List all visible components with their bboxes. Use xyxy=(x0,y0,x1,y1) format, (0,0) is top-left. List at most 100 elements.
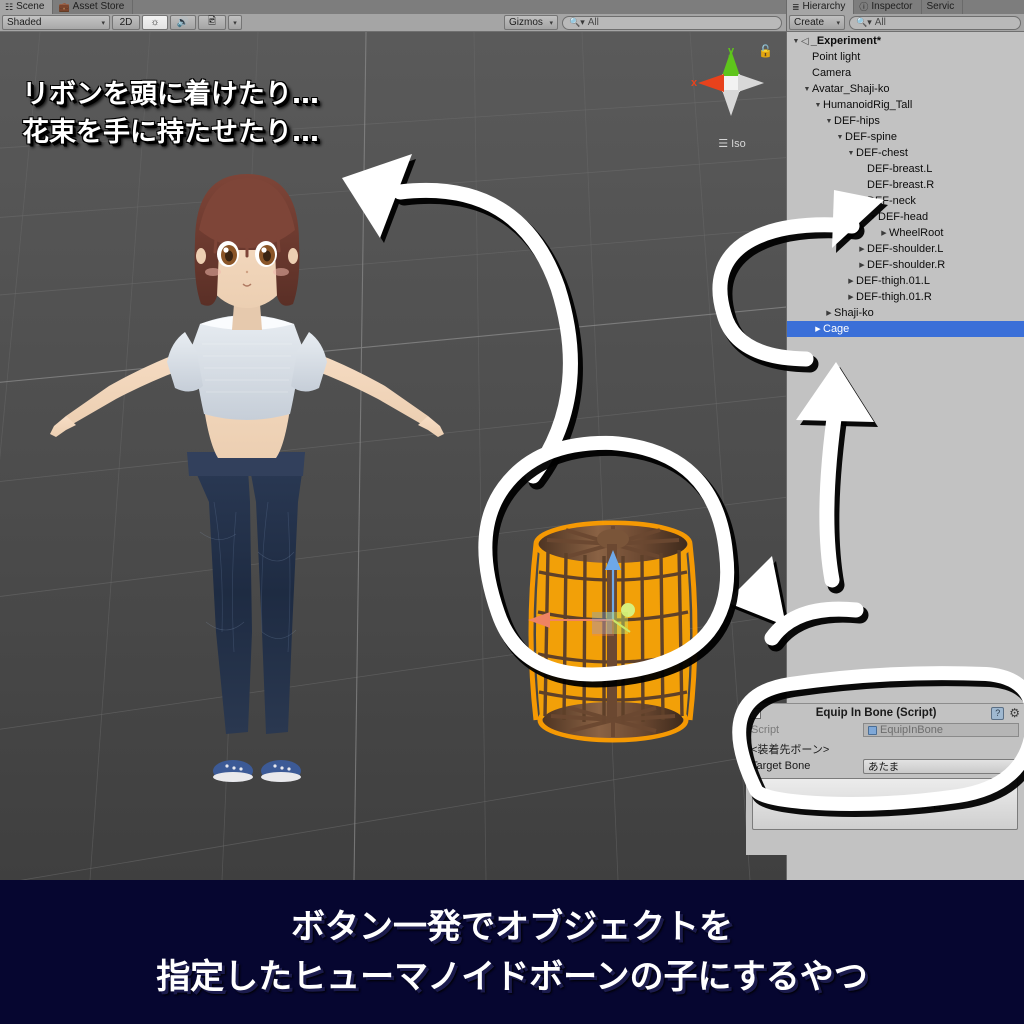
hierarchy-row-humanoidrig-tall[interactable]: ▼ HumanoidRig_Tall xyxy=(787,97,1024,113)
hierarchy-row-def-thigh-01-r[interactable]: ▶ DEF-thigh.01.R xyxy=(787,289,1024,305)
tab-hierarchy[interactable]: ≣ Hierarchy xyxy=(787,0,855,14)
gizmo-x-label: x xyxy=(691,77,698,89)
hierarchy-row-def-hips[interactable]: ▼ DEF-hips xyxy=(787,113,1024,129)
tree-spacer: ▶ xyxy=(857,165,867,173)
hierarchy-row-def-chest[interactable]: ▼ DEF-chest xyxy=(787,145,1024,161)
chevron-right-icon[interactable]: ▶ xyxy=(857,245,867,253)
hierarchy-row-cage[interactable]: ▶ Cage xyxy=(787,321,1024,337)
hierarchy-row-def-spine[interactable]: ▼ DEF-spine xyxy=(787,129,1024,145)
component-enabled-checkbox[interactable] xyxy=(750,707,761,719)
list-icon: ≣ xyxy=(792,2,800,12)
equip-in-bone-inspector[interactable]: Equip In Bone (Script) ? ⚙ Script EquipI… xyxy=(746,703,1024,855)
component-header[interactable]: Equip In Bone (Script) ? ⚙ xyxy=(746,704,1024,722)
chevron-down-icon[interactable]: ▼ xyxy=(802,86,812,93)
chevron-down-icon[interactable]: ▼ xyxy=(868,214,878,221)
hierarchy-row-def-thigh-01-l[interactable]: ▶ DEF-thigh.01.L xyxy=(787,273,1024,289)
lock-icon[interactable]: 🔓 xyxy=(758,44,773,58)
hierarchy-row-label: _Experiment* xyxy=(810,35,882,47)
tab-inspector[interactable]: ⓘ Inspector xyxy=(854,0,922,14)
chevron-down-icon[interactable]: ▼ xyxy=(857,198,867,205)
hierarchy-row-def-head[interactable]: ▼ DEF-head xyxy=(787,209,1024,225)
tree-spacer: ▶ xyxy=(815,326,821,333)
image-icon: 🖻 xyxy=(207,16,217,27)
toggle-audio-button[interactable]: 🔊 xyxy=(170,15,196,30)
create-button[interactable]: Create ▾ xyxy=(789,15,845,30)
hierarchy-row-label: WheelRoot xyxy=(889,227,944,239)
hierarchy-row-label: DEF-breast.L xyxy=(867,163,933,175)
gizmo-projection-label[interactable]: ☰ Iso xyxy=(684,137,780,150)
chevron-right-icon[interactable]: ▶ xyxy=(824,309,834,317)
chevron-down-icon[interactable]: ▼ xyxy=(846,150,856,157)
target-bone-dropdown[interactable]: あたま ↕ xyxy=(863,758,1019,774)
hierarchy-tabbar[interactable]: ≣ Hierarchy ⓘ Inspector Servic xyxy=(787,0,1024,14)
scene-view-gizmo[interactable]: 🔓 y x ☰ Iso xyxy=(684,36,780,152)
chevron-down-icon[interactable]: ▼ xyxy=(824,118,834,125)
scene-toolbar[interactable]: Shaded ▾ 2D ☼ 🔊 🖻 ▾ Gizmos ▾ 🔍▾ All xyxy=(0,14,786,32)
scene-caption: リボンを頭に着けたり… 花束を手に持たせたり… xyxy=(22,76,319,152)
hierarchy-row-label: DEF-chest xyxy=(856,147,908,159)
script-label: Script xyxy=(751,724,780,736)
chevron-right-icon[interactable]: ▶ xyxy=(879,229,889,237)
chevron-right-icon[interactable]: ▶ xyxy=(846,277,856,285)
tab-services-label: Servic xyxy=(926,1,955,12)
tab-services[interactable]: Servic xyxy=(921,0,964,14)
tab-hierarchy-label: Hierarchy xyxy=(802,1,846,12)
hierarchy-row-label: DEF-neck xyxy=(867,195,916,207)
chevron-right-icon[interactable]: ▶ xyxy=(857,261,867,269)
hierarchy-row-label: DEF-head xyxy=(878,211,929,223)
hierarchy-row-def-breast-r[interactable]: ▶DEF-breast.R xyxy=(787,177,1024,193)
hierarchy-row-label: DEF-shoulder.R xyxy=(867,259,946,271)
chevron-right-icon[interactable]: ▶ xyxy=(846,293,856,301)
target-bone-row[interactable]: Target Bone あたま ↕ xyxy=(746,758,1024,774)
chevron-down-icon[interactable]: ▼ xyxy=(813,102,823,109)
search-icon: 🔍▾ xyxy=(569,17,585,27)
scene-view[interactable]: リボンを頭に着けたり… 花束を手に持たせたり… 🔓 y x ☰ Iso xyxy=(0,32,786,880)
toggle-lighting-button[interactable]: ☼ xyxy=(142,15,168,30)
hierarchy-row-def-neck[interactable]: ▼ DEF-neck xyxy=(787,193,1024,209)
effects-dropdown-button[interactable]: ▾ xyxy=(228,15,242,30)
bag-icon: 💼 xyxy=(58,2,70,12)
grid-icon: ☷ xyxy=(5,2,14,12)
scene-tabbar[interactable]: ☷ Scene 💼 Asset Store xyxy=(0,0,786,14)
hierarchy-row-wheelroot[interactable]: ▶ WheelRoot xyxy=(787,225,1024,241)
hierarchy-row-def-breast-l[interactable]: ▶DEF-breast.L xyxy=(787,161,1024,177)
script-object-field[interactable]: EquipInBone xyxy=(863,723,1019,737)
chevron-down-icon[interactable]: ▼ xyxy=(835,134,845,141)
updown-arrows-icon: ↕ xyxy=(1010,761,1014,771)
create-label: Create xyxy=(794,17,825,28)
gear-icon[interactable]: ⚙ xyxy=(1009,706,1020,720)
gizmos-dropdown[interactable]: Gizmos ▾ xyxy=(504,15,558,30)
toggle-2d-button[interactable]: 2D xyxy=(112,15,140,30)
hierarchy-row-def-shoulder-r[interactable]: ▶ DEF-shoulder.R xyxy=(787,257,1024,273)
scene-search-input[interactable]: 🔍▾ All xyxy=(562,15,782,30)
unity-editor-window: リボンを頭に着けたり… 花束を手に持たせたり… 🔓 y x ☰ Iso ☷ Sce… xyxy=(0,0,1024,1024)
tree-spacer: ▶ xyxy=(857,181,867,189)
toggle-effects-button[interactable]: 🖻 xyxy=(198,15,226,30)
search-icon: 🔍▾ xyxy=(856,17,872,27)
sun-icon: ☼ xyxy=(150,17,160,28)
hierarchy-row-avatar-shaji-ko[interactable]: ▼ Avatar_Shaji-ko xyxy=(787,81,1024,97)
hierarchy-row-label: Avatar_Shaji-ko xyxy=(812,83,890,95)
shading-mode-dropdown[interactable]: Shaded ▾ xyxy=(2,15,110,30)
chevron-down-icon: ▾ xyxy=(836,19,840,27)
hierarchy-row-point-light[interactable]: ▶Point light xyxy=(787,49,1024,65)
chevron-down-icon[interactable]: ▼ xyxy=(791,38,801,45)
tab-scene[interactable]: ☷ Scene xyxy=(0,0,54,14)
hierarchy-row-def-shoulder-l[interactable]: ▶ DEF-shoulder.L xyxy=(787,241,1024,257)
hierarchy-toolbar[interactable]: Create ▾ 🔍▾ All xyxy=(787,14,1024,32)
unity-scene-icon: ◁ xyxy=(801,35,809,47)
component-title: Equip In Bone (Script) xyxy=(815,707,937,719)
gizmo-y-label: y xyxy=(728,45,735,57)
help-icon[interactable]: ? xyxy=(991,706,1005,720)
tab-asset-store[interactable]: 💼 Asset Store xyxy=(53,0,134,14)
hierarchy-row-label: DEF-breast.R xyxy=(867,179,935,191)
banner-line2: 指定したヒューマノイドボーンの子にするやつ xyxy=(156,957,868,997)
hierarchy-row-shaji-ko[interactable]: ▶ Shaji-ko xyxy=(787,305,1024,321)
hierarchy-row-experiment[interactable]: ▼ ◁ _Experiment* xyxy=(787,33,1024,49)
cage-object-render xyxy=(528,520,698,743)
cs-script-icon xyxy=(868,725,877,735)
equip-button-label: 選択したボーンに装着 xyxy=(827,799,943,811)
hierarchy-row-camera[interactable]: ▶Camera xyxy=(787,65,1024,81)
hierarchy-search-input[interactable]: 🔍▾ All xyxy=(849,15,1021,30)
equip-to-selected-bone-button[interactable]: 選択したボーンに装着 xyxy=(752,778,1018,830)
